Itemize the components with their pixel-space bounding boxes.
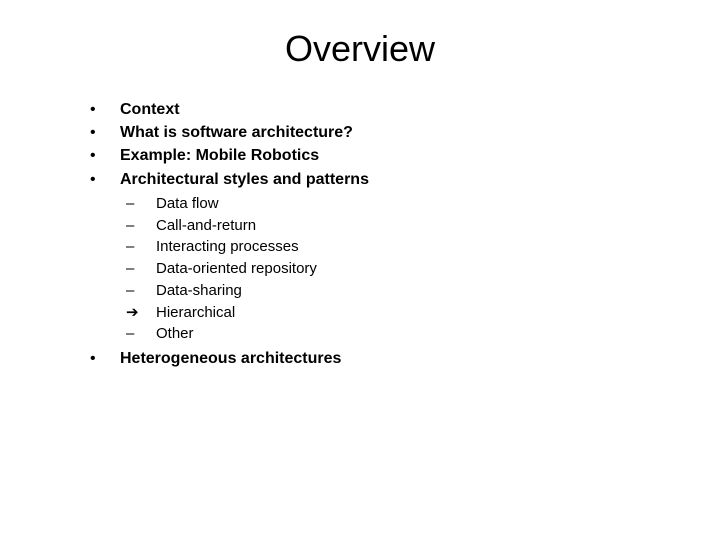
list-item: ➔ Hierarchical [126,302,680,324]
dash-icon: – [126,193,156,215]
list-item: – Interacting processes [126,236,680,258]
list-item-text: Example: Mobile Robotics [120,144,319,167]
list-item-text: Data flow [156,193,219,215]
list-item-text: Architectural styles and patterns [120,168,369,191]
list-item-text: Other [156,323,194,345]
slide: Overview • Context • What is software ar… [0,0,720,540]
list-item: • Context [90,98,680,121]
list-item: • Heterogeneous architectures [90,347,680,370]
list-item-text: What is software architecture? [120,121,353,144]
list-item-text: Call-and-return [156,215,256,237]
dash-icon: – [126,280,156,302]
dash-icon: – [126,236,156,258]
list-item-text: Data-sharing [156,280,242,302]
list-item: – Data-sharing [126,280,680,302]
list-item: – Other [126,323,680,345]
bullet-icon: • [90,121,120,144]
list-item-text: Interacting processes [156,236,299,258]
slide-title: Overview [40,28,680,70]
list-item-text: Context [120,98,180,121]
list-item-text: Data-oriented repository [156,258,317,280]
bullet-icon: • [90,347,120,370]
list-item: • Architectural styles and patterns [90,168,680,191]
bullet-icon: • [90,98,120,121]
dash-icon: – [126,323,156,345]
list-item: – Data-oriented repository [126,258,680,280]
bullet-icon: • [90,144,120,167]
slide-body: • Context • What is software architectur… [40,98,680,370]
list-item: • Example: Mobile Robotics [90,144,680,167]
bullet-icon: • [90,168,120,191]
list-item-text: Hierarchical [156,302,235,324]
list-item: – Data flow [126,193,680,215]
list-item: – Call-and-return [126,215,680,237]
arrow-right-icon: ➔ [126,302,156,324]
list-item-text: Heterogeneous architectures [120,347,341,370]
dash-icon: – [126,215,156,237]
list-item: • What is software architecture? [90,121,680,144]
dash-icon: – [126,258,156,280]
sublist: – Data flow – Call-and-return – Interact… [90,191,680,347]
